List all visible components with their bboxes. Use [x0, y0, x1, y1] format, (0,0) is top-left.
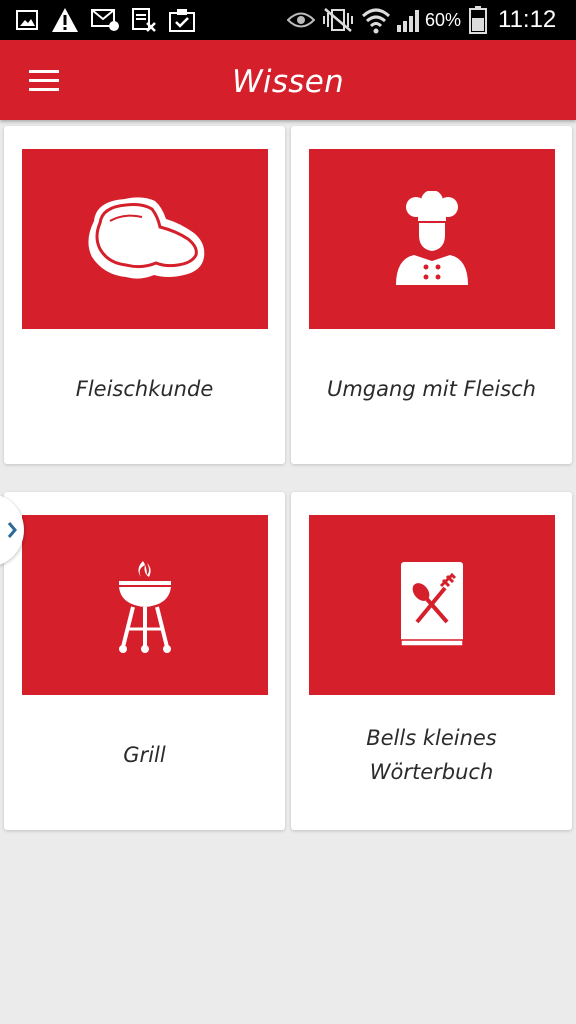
vibrate-icon: [320, 6, 356, 34]
app-bar: Wissen: [0, 40, 576, 120]
card-label: Grill: [123, 743, 166, 767]
clock: 11:12: [498, 6, 557, 33]
wifi-icon: [360, 6, 392, 34]
signal-icon: [394, 6, 424, 34]
card-label-line2: Wörterbuch: [369, 760, 494, 784]
card-fleischkunde[interactable]: Fleischkunde: [4, 126, 285, 464]
card-label: Umgang mit Fleisch: [326, 377, 536, 401]
card-grill[interactable]: Grill: [4, 492, 285, 830]
card-image: [22, 149, 268, 329]
card-label: Fleischkunde: [75, 377, 214, 401]
image-icon: [14, 6, 40, 34]
mail-icon: [90, 6, 120, 34]
clipboard-check-icon: [168, 6, 196, 34]
card-image: [309, 515, 555, 695]
card-umgang-mit-fleisch[interactable]: Umgang mit Fleisch: [291, 126, 572, 464]
card-image: [309, 149, 555, 329]
eye-icon: [286, 6, 316, 34]
clipboard-x-icon: [130, 6, 158, 34]
card-woerterbuch[interactable]: Bells kleines Wörterbuch: [291, 492, 572, 830]
status-bar: 60% 11:12: [0, 0, 576, 40]
battery-percent: 60%: [425, 10, 462, 30]
warning-icon: [50, 6, 80, 34]
cookbook-icon: [400, 562, 464, 647]
steak-icon: [88, 197, 205, 279]
chef-icon: [396, 191, 468, 285]
card-image: [22, 515, 268, 695]
card-label-line1: Bells kleines: [366, 726, 497, 750]
battery-icon: [466, 6, 490, 34]
page-title: Wissen: [231, 64, 345, 100]
chevron-right-icon: [7, 522, 17, 538]
grill-icon: [119, 561, 171, 653]
